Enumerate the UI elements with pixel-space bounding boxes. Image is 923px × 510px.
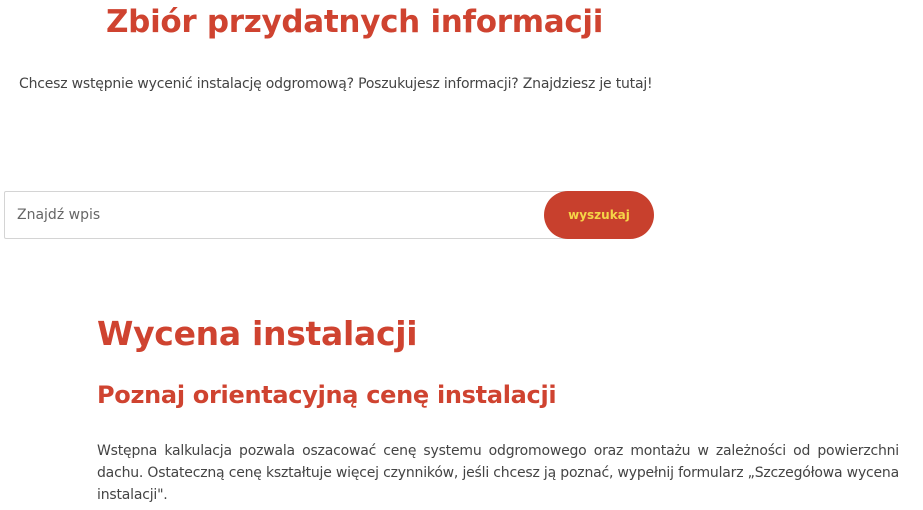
section-subtitle: Poznaj orientacyjną cenę instalacji — [97, 381, 557, 409]
search-form: wyszukaj — [4, 191, 654, 239]
search-button[interactable]: wyszukaj — [544, 191, 654, 239]
search-input[interactable] — [4, 191, 584, 239]
intro-text: Chcesz wstępnie wycenić instalację odgro… — [19, 76, 653, 92]
section-description: Wstępna kalkulacja pozwala oszacować cen… — [97, 443, 899, 503]
page-title: Zbiór przydatnych informacji — [106, 4, 604, 40]
section-title: Wycena instalacji — [97, 314, 418, 353]
